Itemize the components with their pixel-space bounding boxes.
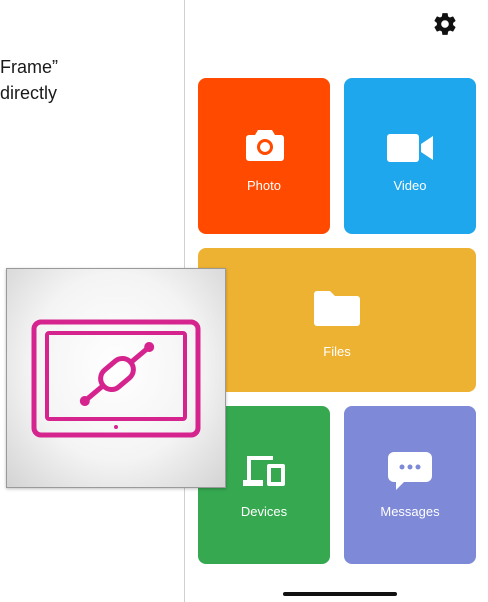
camera-icon	[246, 130, 284, 161]
gear-icon[interactable]	[432, 11, 458, 37]
tablet-link-icon	[31, 319, 201, 438]
video-camera-icon	[387, 134, 433, 162]
photo-tile[interactable]: Photo	[198, 78, 330, 234]
background-text-line-1: Frame”	[0, 57, 58, 77]
video-label: Video	[393, 178, 427, 193]
devices-icon	[243, 456, 285, 486]
photo-label: Photo	[247, 178, 281, 193]
files-label: Files	[323, 344, 351, 359]
background-text-line-2: directly	[0, 83, 58, 103]
messages-label: Messages	[380, 504, 440, 519]
video-tile[interactable]: Video	[344, 78, 476, 234]
home-indicator	[283, 592, 397, 596]
devices-label: Devices	[240, 504, 288, 519]
frame-connect-app-icon	[6, 268, 226, 488]
messages-tile[interactable]: Messages	[344, 406, 476, 564]
message-bubble-icon	[388, 452, 432, 490]
files-tile[interactable]: Files	[198, 248, 476, 392]
folder-icon	[314, 291, 360, 326]
